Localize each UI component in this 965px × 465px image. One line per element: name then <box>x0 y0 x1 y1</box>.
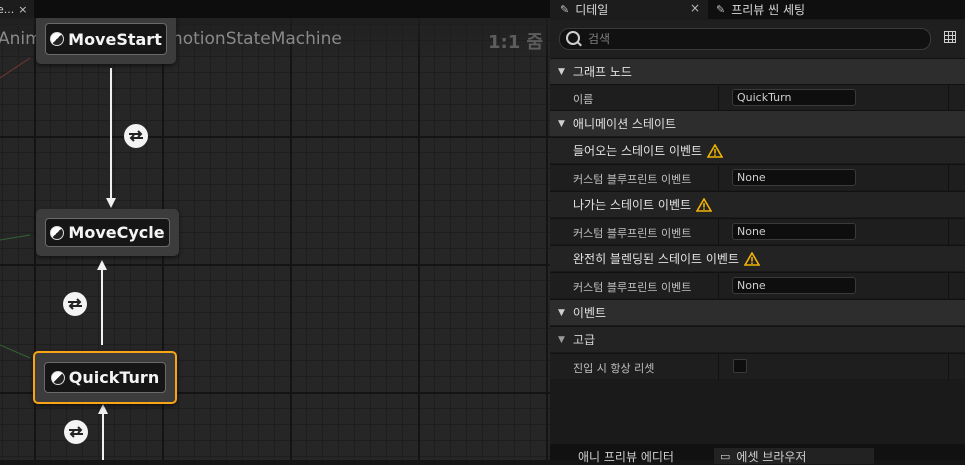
swap-arrows-icon <box>69 426 83 438</box>
state-node-body: MoveCycle <box>45 218 170 247</box>
state-node-title: MoveCycle <box>68 223 165 242</box>
zoom-level: 1:1 줌 <box>488 32 544 53</box>
column-divider <box>718 273 719 299</box>
close-icon[interactable]: × <box>690 1 700 15</box>
event-group-label: 나가는 스테이트 이벤트 <box>573 198 692 212</box>
property-label: 이름 <box>573 93 594 106</box>
state-node-movecycle[interactable]: MoveCycle <box>36 209 179 256</box>
entered-custom-event-field[interactable]: None <box>732 169 856 186</box>
section-events[interactable]: ▼ 이벤트 <box>550 299 965 325</box>
tab-label: 애니 프리뷰 에디터 <box>578 449 674 464</box>
tab-label: 에셋 브라우저 <box>736 449 807 464</box>
bottom-tab-bar: 애니 프리뷰 에디터 ▭ 에셋 브라우저 <box>550 444 965 464</box>
warning-icon <box>696 197 713 212</box>
state-icon <box>50 32 65 46</box>
section-title: 애니메이션 스테이트 <box>572 117 677 131</box>
pencil-icon: ✎ <box>560 3 570 16</box>
property-label: 커스텀 블루프린트 이벤트 <box>573 281 692 294</box>
state-node-quickturn[interactable]: QuickTurn <box>33 351 177 404</box>
transition-rule-icon[interactable] <box>124 124 148 148</box>
section-graph-node[interactable]: ▼ 그래프 노드 <box>550 58 965 84</box>
section-title: 이벤트 <box>572 306 607 320</box>
collapse-arrow-icon: ▼ <box>558 307 565 318</box>
state-node-movestart[interactable]: MoveStart <box>36 14 176 64</box>
tab-preview-scene-label: 프리뷰 씬 세팅 <box>731 3 806 17</box>
column-divider <box>948 273 949 299</box>
section-title: 그래프 노드 <box>572 65 632 79</box>
collapse-arrow-icon: ▼ <box>558 118 565 129</box>
fully-blended-event-header: 완전히 블렌딩된 스테이트 이벤트 <box>550 245 965 271</box>
property-label: 커스텀 블루프린트 이벤트 <box>573 173 692 186</box>
search-icon <box>566 31 580 45</box>
property-row-always-reset-on-entry: 진입 시 항상 리셋 <box>550 353 965 380</box>
state-icon <box>50 370 65 385</box>
property-row-name: 이름 QuickTurn <box>550 84 965 111</box>
column-divider <box>718 85 719 111</box>
column-divider <box>718 219 719 245</box>
search-input[interactable] <box>588 30 918 47</box>
details-panel: ✎ 디테일 × ✎ 프리뷰 씬 세팅 ▼ 그래프 노드 이름 QuickTurn… <box>550 0 965 464</box>
transition-rule-icon[interactable] <box>63 292 87 316</box>
state-machine-graph[interactable]: e... × AnimGraph 〉 LocomotionStateMachin… <box>0 0 550 460</box>
tab-details[interactable]: ✎ 디테일 × <box>550 0 708 19</box>
tab-preview-scene-settings[interactable]: ✎ 프리뷰 씬 세팅 <box>710 0 870 19</box>
column-divider <box>948 354 949 380</box>
search-box[interactable] <box>559 28 931 50</box>
collapse-arrow-icon: ▼ <box>558 334 565 345</box>
warning-icon <box>707 143 724 158</box>
swap-arrows-icon <box>68 298 82 310</box>
always-reset-checkbox[interactable] <box>733 359 747 373</box>
warning-icon <box>744 251 761 266</box>
event-group-label: 들어오는 스테이트 이벤트 <box>573 144 703 158</box>
folder-icon: ▭ <box>720 449 731 463</box>
section-title: 고급 <box>572 333 596 347</box>
state-node-title: MoveStart <box>68 29 162 49</box>
section-animation-state[interactable]: ▼ 애니메이션 스테이트 <box>550 110 965 136</box>
column-divider <box>718 165 719 191</box>
graph-tab-bar: e... × <box>0 0 550 18</box>
graph-document-tab[interactable]: e... × <box>0 0 34 18</box>
section-advanced[interactable]: ▼ 고급 <box>550 326 965 352</box>
property-label: 커스텀 블루프린트 이벤트 <box>573 227 692 240</box>
property-row-entered-custom-event: 커스텀 블루프린트 이벤트 None <box>550 164 965 191</box>
property-row-left-custom-event: 커스텀 블루프린트 이벤트 None <box>550 218 965 245</box>
state-node-body: MoveStart <box>45 23 167 55</box>
search-row <box>550 20 965 58</box>
fully-blended-custom-event-field[interactable]: None <box>732 277 856 294</box>
column-divider <box>948 219 949 245</box>
left-custom-event-field[interactable]: None <box>732 223 856 240</box>
tab-anim-preview-editor[interactable]: 애니 프리뷰 에디터 <box>578 448 674 464</box>
state-node-title: QuickTurn <box>68 368 160 387</box>
column-divider <box>948 165 949 191</box>
property-label: 진입 시 항상 리셋 <box>573 362 655 375</box>
grid-view-icon[interactable] <box>944 31 956 43</box>
name-field[interactable]: QuickTurn <box>732 89 856 106</box>
graph-tab-label: e... <box>0 2 15 16</box>
swap-arrows-icon <box>129 130 143 142</box>
close-icon[interactable]: × <box>18 3 27 16</box>
pencil-icon: ✎ <box>716 3 726 16</box>
transition-rule-icon[interactable] <box>64 420 88 444</box>
state-icon <box>50 225 65 240</box>
column-divider <box>948 85 949 111</box>
entered-state-event-header: 들어오는 스테이트 이벤트 <box>550 137 965 163</box>
property-row-fully-blended-custom-event: 커스텀 블루프린트 이벤트 None <box>550 272 965 299</box>
left-state-event-header: 나가는 스테이트 이벤트 <box>550 191 965 217</box>
state-node-body: QuickTurn <box>44 362 166 393</box>
tab-asset-browser[interactable]: ▭ 에셋 브라우저 <box>714 448 874 464</box>
details-tab-bar: ✎ 디테일 × ✎ 프리뷰 씬 세팅 <box>550 0 965 19</box>
collapse-arrow-icon: ▼ <box>558 66 565 77</box>
column-divider <box>718 354 719 380</box>
tab-details-label: 디테일 <box>575 3 609 17</box>
event-group-label: 완전히 블렌딩된 스테이트 이벤트 <box>573 252 740 266</box>
